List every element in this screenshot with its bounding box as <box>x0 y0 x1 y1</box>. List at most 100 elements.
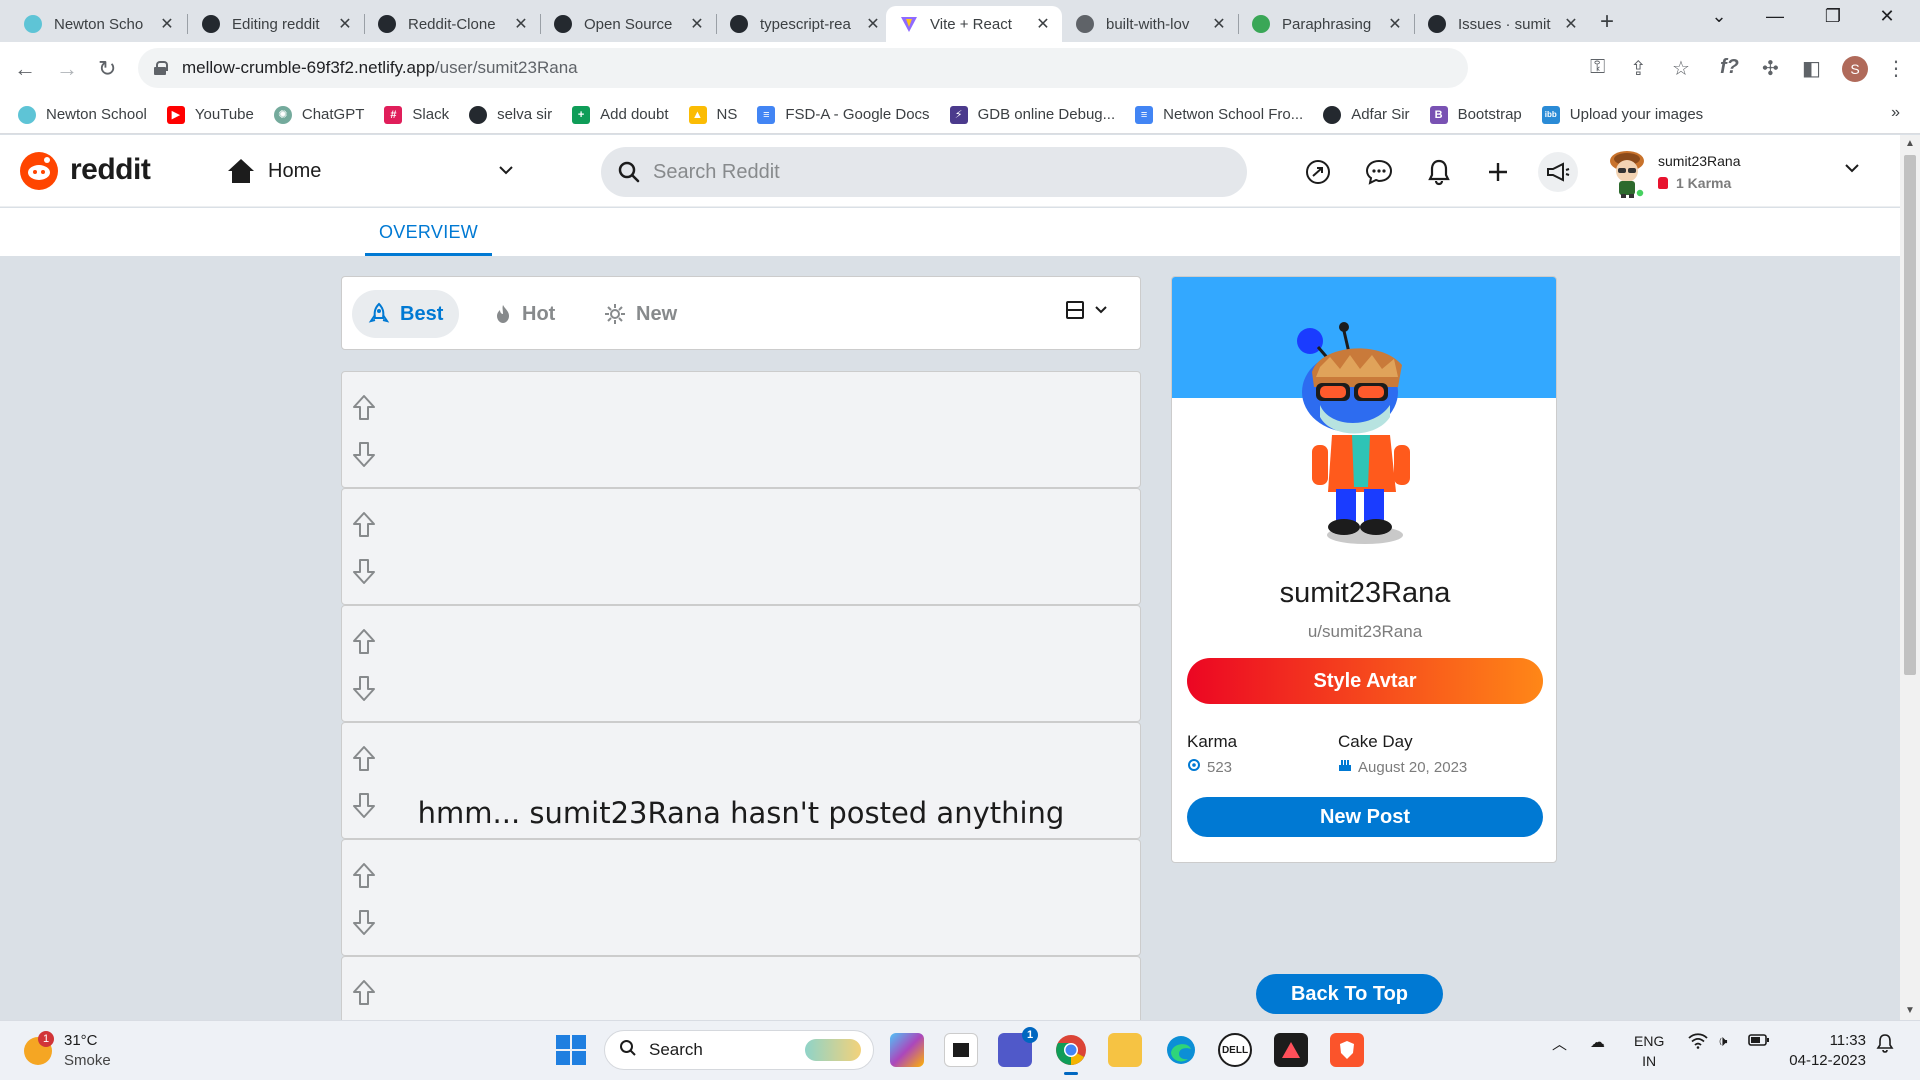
popular-icon[interactable] <box>1303 157 1333 187</box>
reddit-logo-icon[interactable] <box>20 152 58 190</box>
window-close-icon[interactable]: ✕ <box>1864 6 1910 27</box>
bookmark-item[interactable]: ⚡ GDB online Debug... <box>949 105 1115 124</box>
task-view-icon[interactable] <box>944 1033 978 1067</box>
weather-widget[interactable]: 1 31°C Smoke <box>24 1031 111 1071</box>
user-menu[interactable]: sumit23Rana 1 Karma <box>1606 145 1876 199</box>
notifications-bell-icon[interactable] <box>1876 1033 1894 1057</box>
bookmark-item[interactable]: ▶ YouTube <box>166 105 254 124</box>
style-avatar-button[interactable]: Style Avtar <box>1187 658 1543 704</box>
extensions-puzzle-icon[interactable]: ✣ <box>1762 56 1779 81</box>
chat-icon[interactable] <box>1364 157 1394 187</box>
page-scrollbar[interactable]: ▲ ▼ <box>1900 135 1920 1020</box>
bookmark-star-icon[interactable]: ☆ <box>1672 56 1690 81</box>
back-to-top-button[interactable]: Back To Top <box>1256 974 1443 1014</box>
speaker-icon[interactable]: 🕩 <box>1718 1033 1727 1050</box>
bookmark-item[interactable]: Newton School <box>18 105 147 124</box>
language-indicator[interactable]: ENG IN <box>1634 1031 1664 1071</box>
adobe-icon[interactable] <box>1274 1033 1308 1067</box>
upvote-arrow-icon[interactable] <box>352 511 376 539</box>
sort-new-button[interactable]: New <box>588 290 693 338</box>
bookmark-item[interactable]: ✺ ChatGPT <box>273 105 364 124</box>
bookmarks-overflow-icon[interactable]: » <box>1891 104 1900 122</box>
bookmark-item[interactable]: + Add doubt <box>572 105 669 124</box>
close-icon[interactable]: ✕ <box>336 14 354 34</box>
side-panel-icon[interactable]: ◧ <box>1802 56 1821 81</box>
profile-avatar[interactable]: S <box>1842 56 1868 82</box>
scrollbar-thumb[interactable] <box>1904 155 1916 675</box>
downvote-arrow-icon[interactable] <box>352 908 376 936</box>
minimize-icon[interactable]: — <box>1752 6 1798 27</box>
close-icon[interactable]: ✕ <box>158 14 176 34</box>
tray-overflow-icon[interactable]: ︿ <box>1552 1033 1567 1054</box>
reddit-search[interactable] <box>601 147 1247 197</box>
edge-icon[interactable] <box>1164 1033 1198 1067</box>
view-mode-dropdown[interactable] <box>1066 301 1108 319</box>
chrome-icon[interactable] <box>1054 1033 1088 1075</box>
sort-hot-button[interactable]: Hot <box>478 290 571 338</box>
bookmark-item[interactable]: B Bootstrap <box>1429 105 1522 124</box>
taskbar-search[interactable]: Search <box>604 1030 874 1070</box>
bookmark-item[interactable]: ≡ Netwon School Fro... <box>1135 105 1303 124</box>
key-icon[interactable]: ⚿ <box>1590 56 1605 79</box>
search-input[interactable] <box>653 160 1213 184</box>
close-icon[interactable]: ✕ <box>1034 14 1052 34</box>
browser-tab[interactable]: Paraphrasing ✕ <box>1238 6 1414 42</box>
home-dropdown[interactable]: Home <box>228 151 528 191</box>
bookmark-item[interactable]: ibb Upload your images <box>1541 105 1703 124</box>
browser-tab[interactable]: typescript-rea ✕ <box>716 6 892 42</box>
close-icon[interactable]: ✕ <box>512 14 530 34</box>
system-clock[interactable]: 11:33 04-12-2023 <box>1786 1031 1866 1071</box>
upvote-arrow-icon[interactable] <box>352 394 376 422</box>
teams-chat-icon[interactable]: 1 <box>998 1027 1038 1067</box>
browser-tab[interactable]: Open Source ✕ <box>540 6 716 42</box>
file-explorer-icon[interactable] <box>1108 1033 1142 1067</box>
onedrive-cloud-icon[interactable]: ☁ <box>1590 1033 1605 1051</box>
browser-tab-active[interactable]: Vite + React ✕ <box>886 6 1062 42</box>
browser-tab[interactable]: built-with-lov ✕ <box>1062 6 1238 42</box>
notification-bell-icon[interactable] <box>1424 157 1454 187</box>
bookmark-item[interactable]: Adfar Sir <box>1323 105 1410 124</box>
browser-tab[interactable]: Issues · sumit ✕ <box>1414 6 1590 42</box>
menu-kebab-icon[interactable]: ⋮ <box>1886 56 1906 81</box>
share-icon[interactable]: ⇪ <box>1630 56 1647 81</box>
scroll-up-arrow-icon[interactable]: ▲ <box>1905 138 1915 149</box>
battery-icon[interactable] <box>1748 1033 1770 1051</box>
new-post-button[interactable]: New Post <box>1187 797 1543 837</box>
downvote-arrow-icon[interactable] <box>352 440 376 468</box>
browser-tab[interactable]: Newton Scho ✕ <box>10 6 186 42</box>
bookmark-item[interactable]: # Slack <box>384 105 449 124</box>
close-icon[interactable]: ✕ <box>1562 14 1580 34</box>
advertise-megaphone-icon[interactable] <box>1538 152 1578 192</box>
reload-icon[interactable]: ↻ <box>98 56 116 82</box>
close-icon[interactable]: ✕ <box>688 14 706 34</box>
browser-tab[interactable]: Reddit-Clone ✕ <box>364 6 540 42</box>
upvote-arrow-icon[interactable] <box>352 628 376 656</box>
restore-icon[interactable]: ❐ <box>1810 6 1856 27</box>
formula-extension-icon[interactable]: f? <box>1720 56 1739 79</box>
bookmark-item[interactable]: ≡ FSD-A - Google Docs <box>757 105 930 124</box>
bookmark-item[interactable]: ▲ NS <box>688 105 737 124</box>
brave-icon[interactable] <box>1330 1033 1364 1067</box>
wifi-icon[interactable] <box>1688 1033 1708 1053</box>
create-post-plus-icon[interactable] <box>1483 157 1513 187</box>
downvote-arrow-icon[interactable] <box>352 674 376 702</box>
close-icon[interactable]: ✕ <box>1386 14 1404 34</box>
back-icon[interactable]: ← <box>14 56 36 82</box>
upvote-arrow-icon[interactable] <box>352 745 376 773</box>
upvote-arrow-icon[interactable] <box>352 862 376 890</box>
close-icon[interactable]: ✕ <box>864 14 882 34</box>
windows-start-icon[interactable] <box>556 1035 586 1065</box>
forward-icon[interactable]: → <box>56 56 78 82</box>
reddit-wordmark[interactable]: reddit <box>70 153 151 187</box>
copilot-icon[interactable] <box>890 1033 924 1067</box>
address-bar[interactable]: mellow-crumble-69f3f2.netlify.app/user/s… <box>138 48 1468 88</box>
tab-search-icon[interactable]: ⌄ <box>1696 6 1742 27</box>
new-tab-button[interactable]: + <box>1600 8 1614 36</box>
bookmark-item[interactable]: selva sir <box>469 105 552 124</box>
browser-tab[interactable]: Editing reddit ✕ <box>188 6 364 42</box>
scroll-down-arrow-icon[interactable]: ▼ <box>1905 1005 1915 1016</box>
downvote-arrow-icon[interactable] <box>352 557 376 585</box>
close-icon[interactable]: ✕ <box>1210 14 1228 34</box>
tab-overview[interactable]: OVERVIEW <box>365 208 493 256</box>
upvote-arrow-icon[interactable] <box>352 979 376 1007</box>
